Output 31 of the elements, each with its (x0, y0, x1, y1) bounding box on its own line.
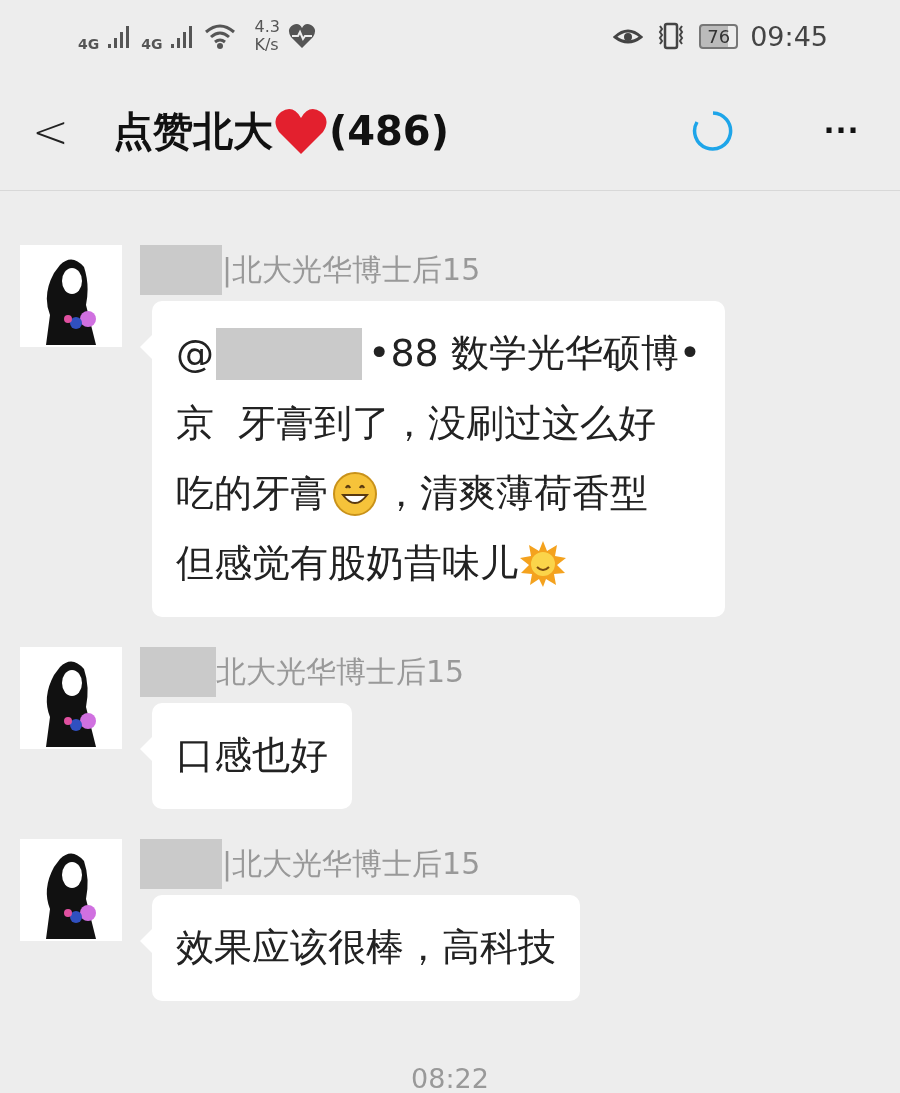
chat-title: 点赞北大 (112, 106, 273, 156)
sender-name: |北大光华博士后15 (222, 844, 481, 884)
more-button[interactable]: ··· (824, 110, 860, 152)
sender-name: 北大光华博士后15 (216, 652, 465, 691)
wifi-icon (204, 23, 237, 49)
message-text: 吃的牙膏 (176, 471, 328, 517)
heart-icon (272, 106, 329, 156)
loading-spinner (692, 110, 735, 152)
battery-level: 76 (699, 23, 739, 49)
chat-title: (486) (328, 108, 449, 154)
smiley-icon (332, 471, 378, 517)
message-text: @ (176, 331, 214, 377)
network-label: 4G (141, 36, 163, 52)
clock: 09:45 (750, 20, 828, 52)
avatar-icon (20, 839, 122, 941)
message-text: 京 牙膏到了，没刷过这么好 (176, 401, 657, 447)
heart-rate-icon (287, 23, 316, 49)
network-label: 4G (78, 36, 100, 52)
avatar-icon (20, 245, 122, 347)
message-text: 但感觉有股奶昔味儿 (176, 541, 518, 587)
avatar-icon (20, 647, 122, 749)
message-text: •88 数学光华硕博• (368, 331, 702, 377)
message-text: 口感也好 (176, 733, 328, 779)
message-text: 效果应该很棒，高科技 (176, 925, 556, 971)
sun-icon (518, 539, 568, 589)
timestamp: 08:22 (411, 1063, 489, 1093)
sender-name: |北大光华博士后15 (222, 250, 481, 290)
speed-unit: K/s (254, 36, 280, 54)
back-button[interactable]: < (32, 105, 69, 157)
message-text: ，清爽薄荷香型 (382, 471, 648, 517)
speed-value: 4.3 (254, 18, 280, 36)
